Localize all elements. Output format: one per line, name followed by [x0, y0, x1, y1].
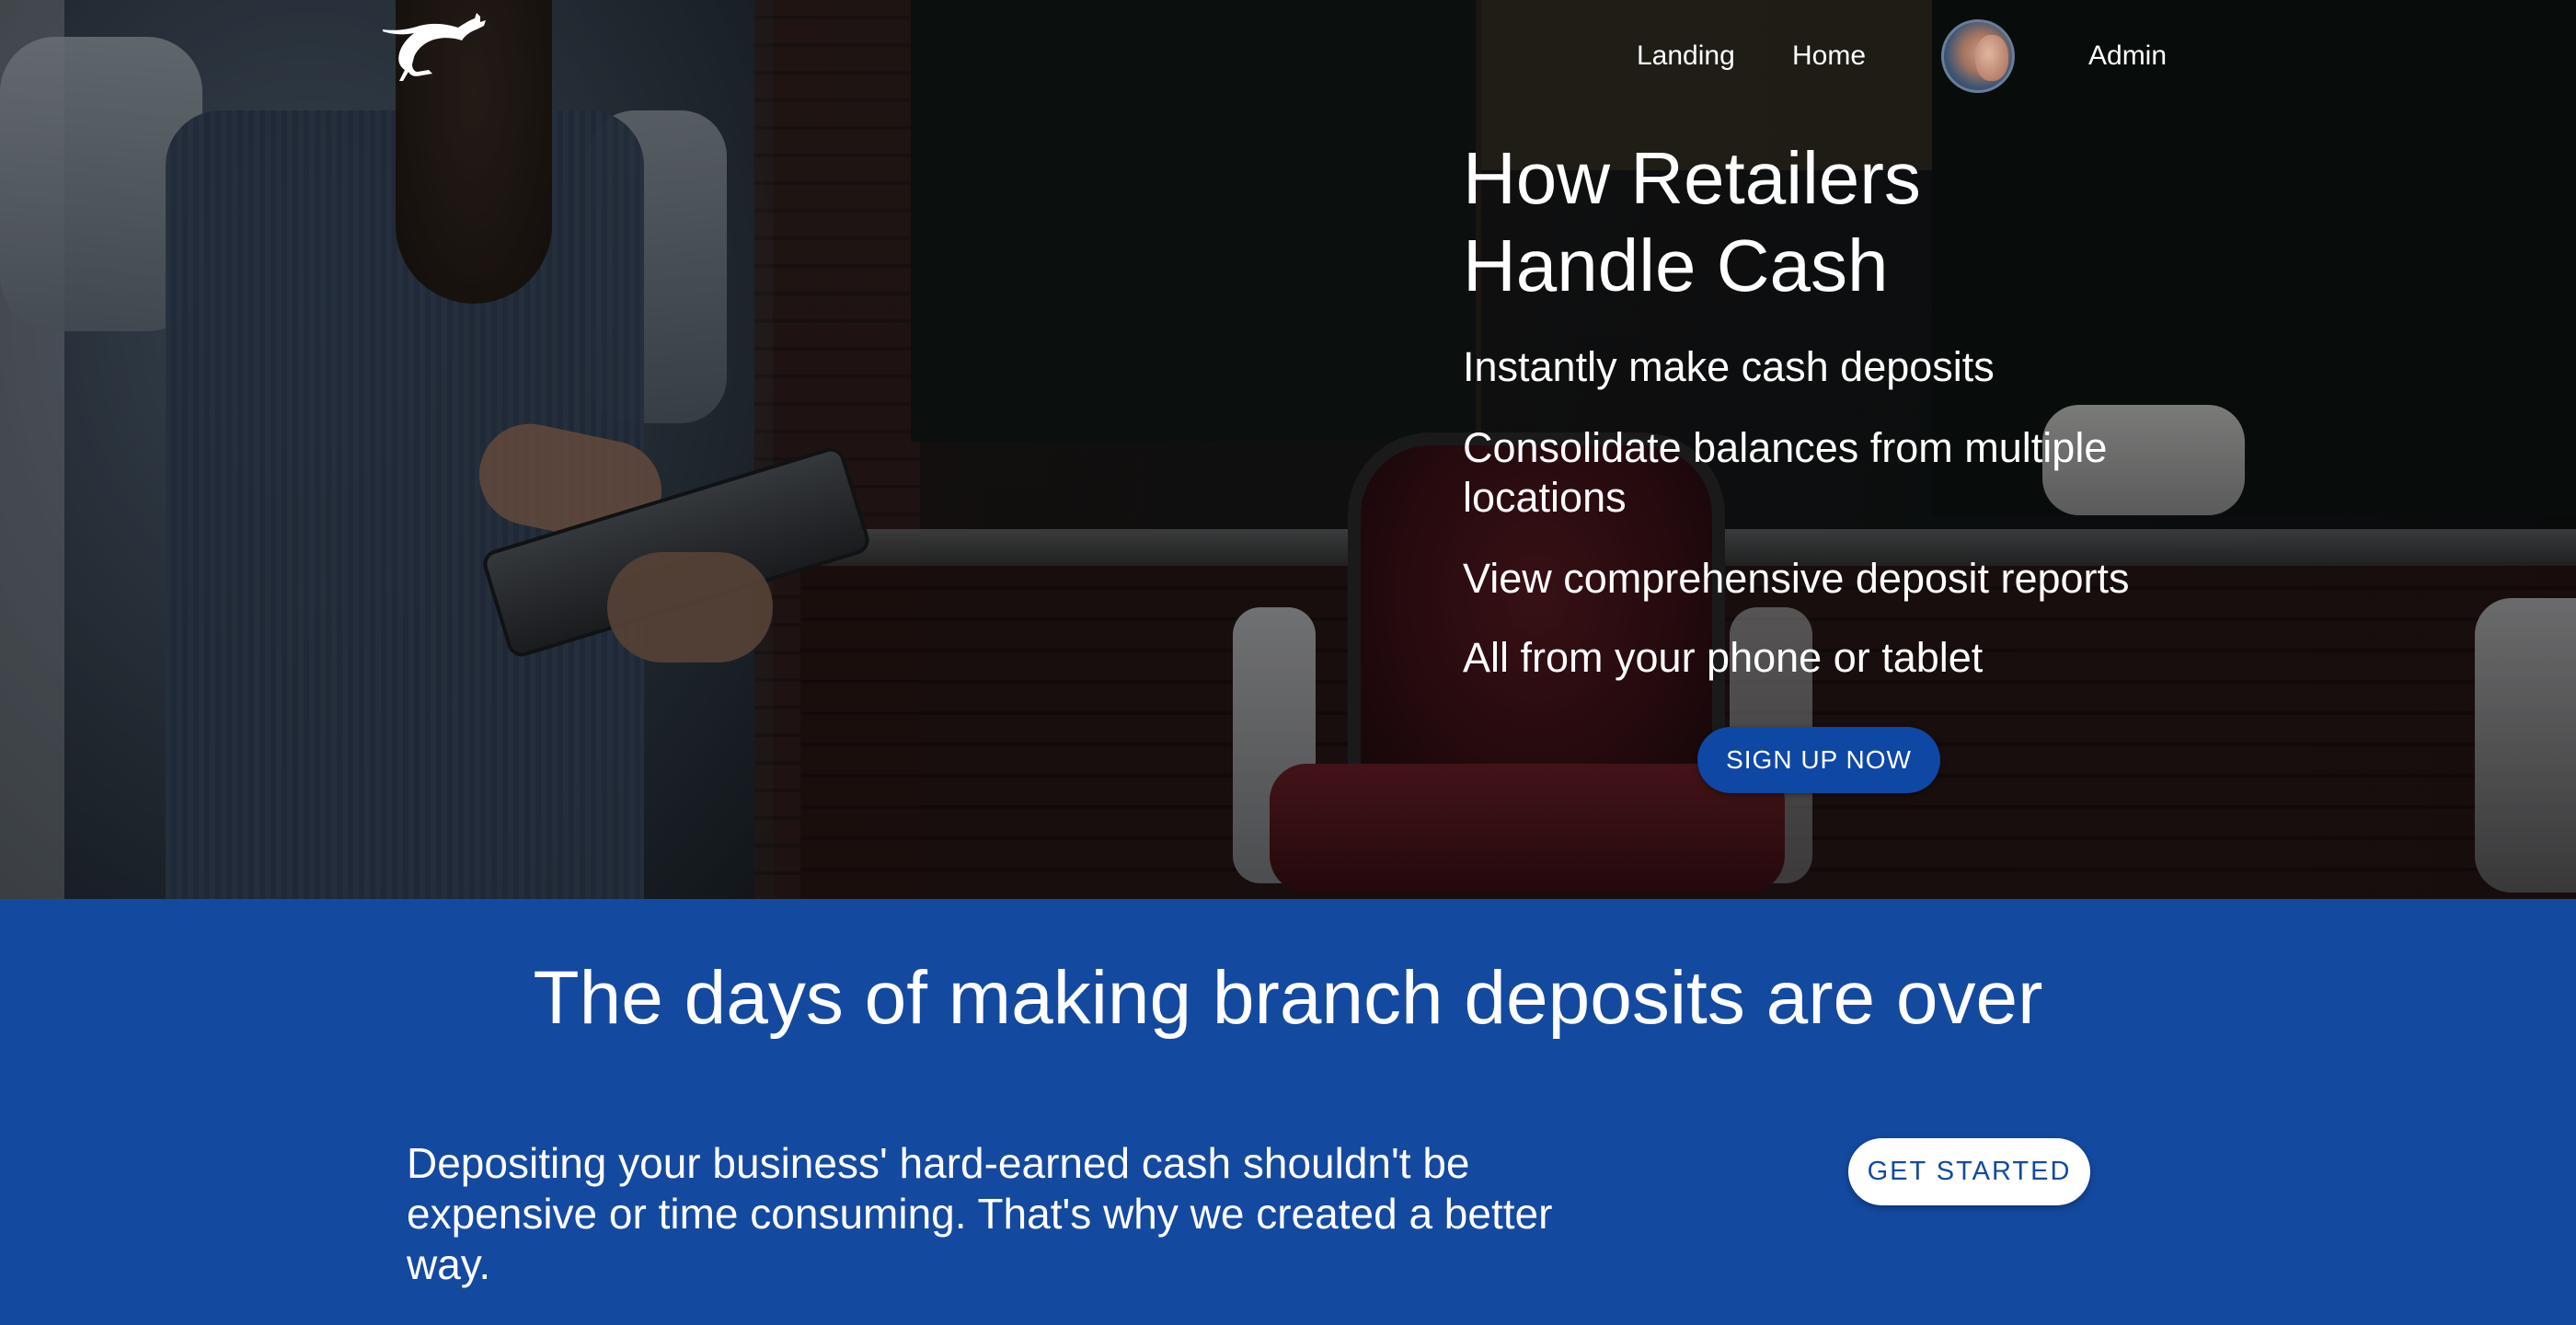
avatar-face	[1975, 35, 2008, 81]
nav-link-landing[interactable]: Landing	[1637, 40, 1735, 72]
hero-feature-line: All from your phone or tablet	[1463, 634, 1984, 681]
hero-title-line: Handle Cash	[1463, 225, 1889, 306]
section-title: The days of making branch deposits are o…	[533, 956, 2043, 1040]
hero-title: How Retailers Handle Cash	[1463, 134, 2199, 309]
kangaroo-icon	[383, 13, 486, 81]
hero-feature-line: Instantly make cash deposits	[1463, 343, 1995, 390]
nav-link-home[interactable]: Home	[1792, 40, 1866, 72]
section-description: Depositing your business' hard-earned ca…	[407, 1139, 1553, 1288]
avatar[interactable]	[1941, 19, 2015, 93]
sign-up-button[interactable]: SIGN UP NOW	[1697, 727, 1940, 793]
get-started-button[interactable]: GET STARTED	[1848, 1138, 2090, 1205]
nav-link-admin[interactable]: Admin	[2088, 40, 2167, 72]
hero-feature-line: Consolidate balances from multiple locat…	[1463, 424, 2108, 521]
kangaroo-logo-icon[interactable]	[381, 11, 488, 83]
hero-title-line: How Retailers	[1463, 137, 1921, 219]
hero-section: Landing Home Admin How Retailers Handle …	[0, 0, 2576, 899]
hero-feature-line: View comprehensive deposit reports	[1463, 555, 2130, 602]
